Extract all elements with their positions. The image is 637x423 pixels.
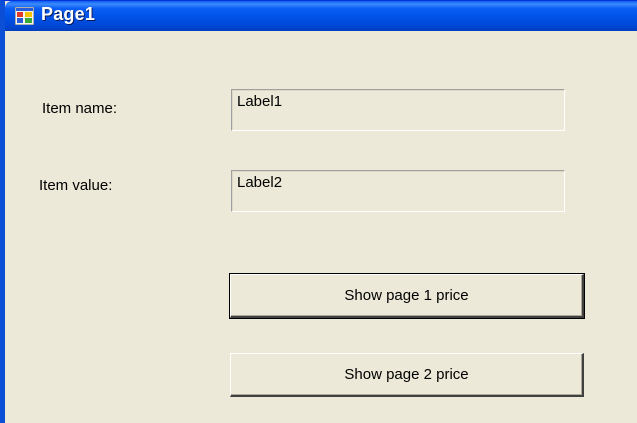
item-name-label: Item name: xyxy=(42,100,118,117)
show-page-1-price-button[interactable]: Show page 1 price xyxy=(229,273,585,319)
item-name-value: Label1 xyxy=(231,89,565,131)
item-value-label: Item value: xyxy=(39,177,113,194)
title-bar[interactable]: Page1 xyxy=(5,1,637,31)
window-title: Page1 xyxy=(41,4,96,24)
item-value-value: Label2 xyxy=(231,170,565,212)
app-icon xyxy=(15,7,34,25)
window: Page1 Item name: Label1 Item value: Labe… xyxy=(0,0,637,423)
show-page-2-price-button[interactable]: Show page 2 price xyxy=(230,353,584,397)
